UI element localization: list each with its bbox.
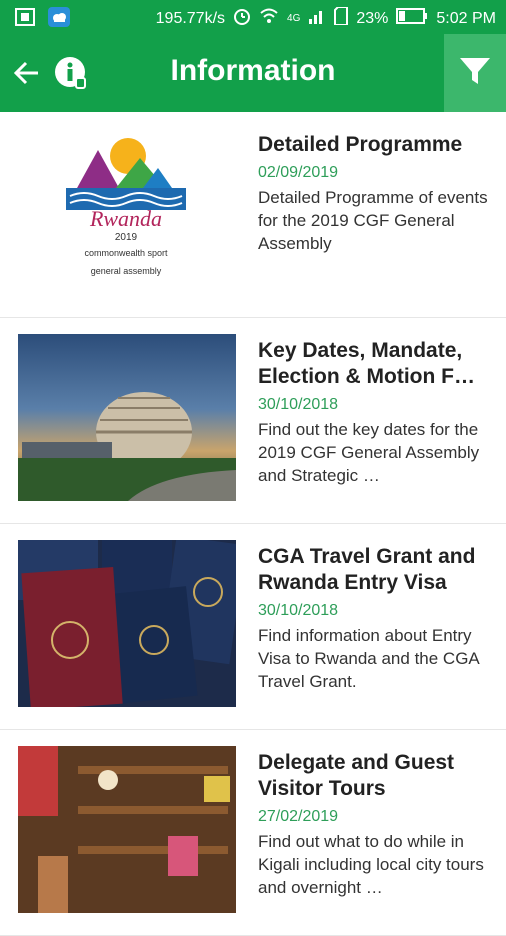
item-title: Key Dates, Mandate, Election & Motion F… xyxy=(258,339,475,388)
screenshot-icon xyxy=(14,7,36,32)
page-title: Information xyxy=(170,54,336,87)
cloud-icon xyxy=(48,7,70,32)
item-date: 02/09/2019 xyxy=(258,164,339,181)
list-item[interactable]: Key Dates, Mandate, Election & Motion F…… xyxy=(0,318,506,524)
sim-icon xyxy=(334,6,349,30)
item-date: 27/02/2019 xyxy=(258,808,339,825)
item-text: Key Dates, Mandate, Election & Motion F…… xyxy=(258,338,490,487)
item-text: CGA Travel Grant and Rwanda Entry Visa 3… xyxy=(258,544,490,693)
item-text: Delegate and Guest Visitor Tours 27/02/2… xyxy=(258,750,490,899)
item-title: Detailed Programme xyxy=(258,133,463,156)
list-item[interactable]: CGA Travel Grant and Rwanda Entry Visa 3… xyxy=(0,524,506,730)
logo-assembly-text: general assembly xyxy=(91,266,162,276)
signal-icon xyxy=(308,8,326,29)
item-date: 30/10/2018 xyxy=(258,602,339,619)
battery-percent: 23% xyxy=(356,9,389,27)
market-stall-image xyxy=(18,746,230,913)
item-title: Delegate and Guest Visitor Tours xyxy=(258,751,455,800)
alarm-icon xyxy=(233,7,251,30)
item-date: 30/10/2018 xyxy=(258,396,339,413)
cgf-logo: Rwanda 2019 commonwealth sport general a… xyxy=(66,138,186,276)
item-thumbnail: Rwanda 2019 commonwealth sport general a… xyxy=(18,128,236,295)
app-bar: Information xyxy=(0,34,506,112)
logo-commonwealth-text: commonwealth sport xyxy=(84,248,168,258)
item-text: Detailed Programme 02/09/2019 Detailed P… xyxy=(258,132,490,255)
passports-image xyxy=(18,540,236,707)
information-list: Rwanda 2019 commonwealth sport general a… xyxy=(0,112,506,936)
network-type: 4G xyxy=(287,13,301,24)
list-item[interactable]: Delegate and Guest Visitor Tours 27/02/2… xyxy=(0,730,506,936)
item-thumbnail xyxy=(18,540,236,707)
filter-icon xyxy=(458,54,492,93)
battery-icon xyxy=(396,8,428,29)
item-description: Detailed Programme of events for the 201… xyxy=(258,188,488,253)
item-description: Find out the key dates for the 2019 CGF … xyxy=(258,420,480,485)
list-item[interactable]: Rwanda 2019 commonwealth sport general a… xyxy=(0,112,506,318)
logo-year-text: 2019 xyxy=(115,232,138,243)
item-description: Find information about Entry Visa to Rwa… xyxy=(258,626,479,691)
item-title: CGA Travel Grant and Rwanda Entry Visa xyxy=(258,545,476,594)
clock-time: 5:02 PM xyxy=(436,9,496,27)
item-description: Find out what to do while in Kigali incl… xyxy=(258,832,484,897)
status-bar: 195.77k/s 4G 23% 5:02 PM xyxy=(0,0,506,34)
item-thumbnail xyxy=(18,334,236,501)
convention-center-image xyxy=(18,392,236,501)
filter-button[interactable] xyxy=(444,34,506,112)
item-thumbnail xyxy=(18,746,236,913)
network-speed: 195.77k/s xyxy=(155,9,226,27)
wifi-icon xyxy=(259,8,279,29)
logo-rwanda-text: Rwanda xyxy=(89,206,162,231)
